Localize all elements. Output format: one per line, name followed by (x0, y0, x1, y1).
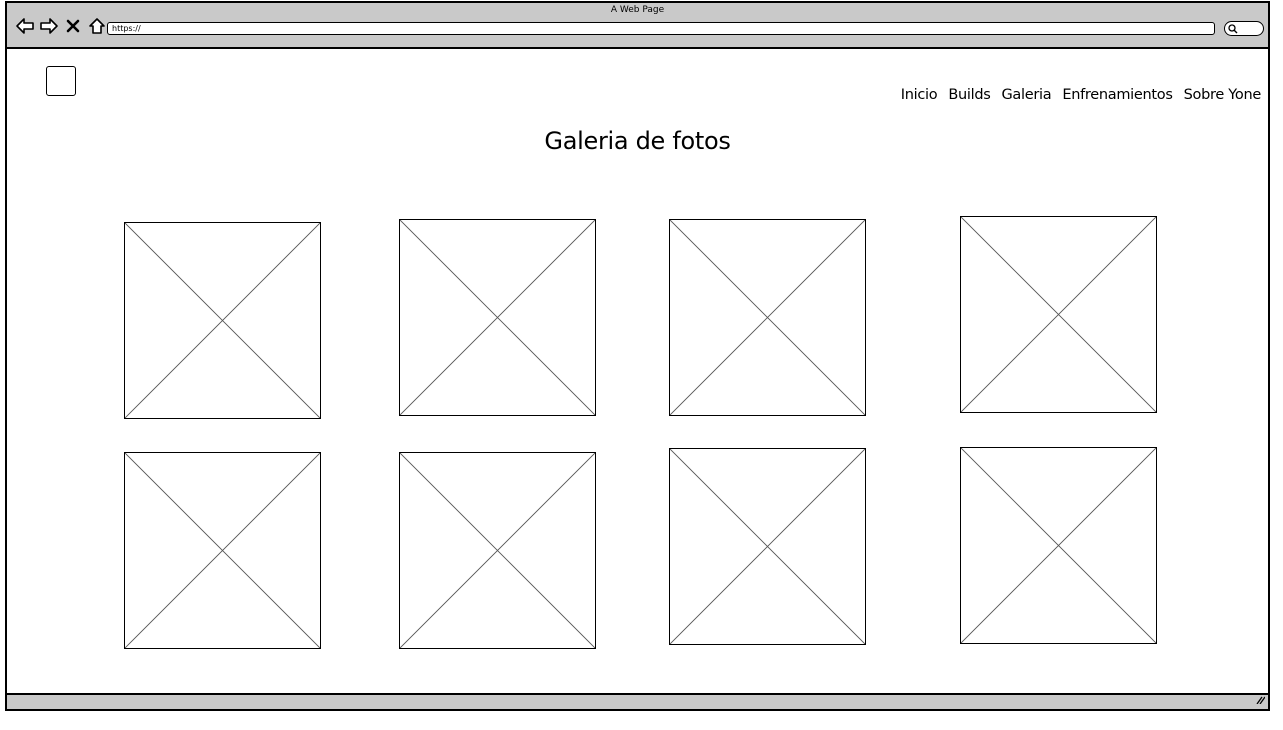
logo-placeholder[interactable] (46, 66, 76, 96)
nav-item-galeria[interactable]: Galeria (1001, 87, 1051, 103)
resize-grip-icon[interactable] (1255, 696, 1266, 707)
window-title: A Web Page (610, 5, 665, 15)
nav-item-builds[interactable]: Builds (948, 87, 990, 103)
url-input[interactable]: https:// (107, 22, 1215, 35)
close-icon[interactable] (63, 16, 83, 36)
gallery-image[interactable] (124, 452, 321, 649)
gallery-image[interactable] (960, 216, 1157, 413)
gallery-image[interactable] (124, 222, 321, 419)
browser-toolbar: A Web Page https:// (7, 3, 1268, 49)
page-title: Galeria de fotos (544, 127, 731, 155)
search-icon (1228, 24, 1238, 34)
gallery-image[interactable] (399, 452, 596, 649)
gallery-image[interactable] (399, 219, 596, 416)
nav-item-inicio[interactable]: Inicio (901, 87, 938, 103)
gallery-image[interactable] (669, 448, 866, 645)
home-icon[interactable] (87, 16, 107, 36)
gallery-image[interactable] (960, 447, 1157, 644)
browser-window: A Web Page https:// Inicio Builds Galeri… (5, 1, 1270, 711)
search-button[interactable] (1224, 21, 1264, 36)
gallery-image[interactable] (669, 219, 866, 416)
forward-icon[interactable] (39, 16, 59, 36)
nav-item-sobre-yone[interactable]: Sobre Yone (1184, 87, 1262, 103)
main-nav: Inicio Builds Galeria Enfrenamientos Sob… (901, 87, 1262, 103)
status-bar (7, 693, 1268, 709)
back-icon[interactable] (15, 16, 35, 36)
browser-nav-buttons (15, 15, 107, 37)
nav-item-enfrenamientos[interactable]: Enfrenamientos (1062, 87, 1173, 103)
